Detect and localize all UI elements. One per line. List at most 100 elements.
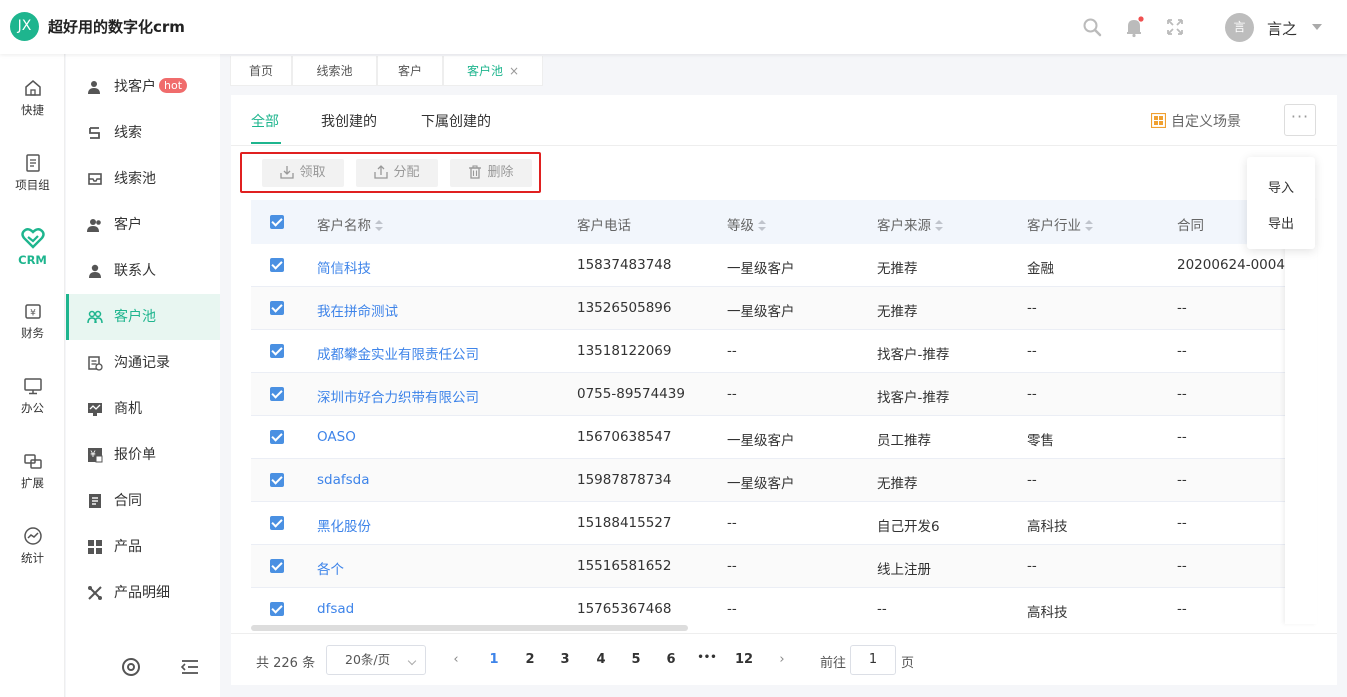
row-checkbox[interactable] (270, 559, 284, 573)
table-row[interactable]: sdafsda 15987878734 一星级客户 无推荐 -- -- (251, 459, 1317, 502)
submenu-item-contacts[interactable]: 联系人 (66, 248, 220, 294)
page-size-select[interactable]: 20条/页 (326, 645, 426, 675)
username[interactable]: 言之 (1267, 18, 1297, 39)
page-ellipsis[interactable]: ••• (697, 652, 717, 663)
custom-scene-button[interactable]: 自定义场景 (1151, 111, 1241, 131)
customer-name-link[interactable]: 黑化股份 (317, 515, 371, 535)
page-6[interactable]: 6 (661, 652, 681, 667)
menu-item-import[interactable]: 导入 (1247, 177, 1315, 196)
table-row[interactable]: 我在拼命测试 13526505896 一星级客户 无推荐 -- -- (251, 287, 1317, 330)
rail-item-finance[interactable]: ¥ 财务 (0, 301, 65, 361)
rail-item-project[interactable]: 项目组 (0, 153, 65, 213)
settings-icon[interactable] (120, 656, 142, 678)
customer-name-link[interactable]: 深圳市好合力织带有限公司 (317, 386, 479, 406)
page-4[interactable]: 4 (591, 652, 611, 667)
delete-button[interactable]: 删除 (450, 159, 532, 187)
cell-industry: -- (1027, 343, 1037, 359)
page-1[interactable]: 1 (484, 652, 504, 667)
submenu-item-communication[interactable]: 沟通记录 (66, 340, 220, 386)
submenu-item-customer[interactable]: 客户 (66, 202, 220, 248)
table-row[interactable]: 成都攀金实业有限责任公司 13518122069 -- 找客户-推荐 -- -- (251, 330, 1317, 373)
column-header-level[interactable]: 等级 (727, 214, 766, 234)
search-icon[interactable] (1081, 16, 1103, 38)
submenu-item-customer-pool[interactable]: 客户池 (66, 294, 220, 340)
page-12[interactable]: 12 (732, 652, 756, 667)
total-count: 共 226 条 (256, 656, 316, 671)
tab-home[interactable]: 首页 (230, 56, 292, 86)
goto-page-input[interactable]: 1 (850, 645, 896, 675)
fullscreen-icon[interactable] (1164, 16, 1186, 38)
tab-lead-pool[interactable]: 线索池 (292, 56, 377, 86)
submenu-item-leads[interactable]: 线索 (66, 110, 220, 156)
more-menu: 导入 导出 (1247, 157, 1315, 249)
more-button[interactable]: ··· (1284, 104, 1316, 136)
app-logo[interactable]: JX (10, 12, 39, 41)
view-tab-created-by-me[interactable]: 我创建的 (321, 111, 377, 131)
rail-item-crm[interactable]: CRM (0, 227, 65, 287)
sort-icon[interactable] (935, 220, 943, 232)
rail-item-extension[interactable]: 扩展 (0, 451, 65, 511)
row-checkbox[interactable] (270, 258, 284, 272)
divider (231, 633, 1337, 634)
row-checkbox[interactable] (270, 344, 284, 358)
view-tab-created-by-subordinates[interactable]: 下属创建的 (421, 111, 491, 131)
table-row[interactable]: 简信科技 15837483748 一星级客户 无推荐 金融 20200624-0… (251, 244, 1317, 287)
avatar[interactable]: 言 (1225, 13, 1254, 42)
rail-item-quick[interactable]: 快捷 (0, 78, 65, 138)
customer-name-link[interactable]: 成都攀金实业有限责任公司 (317, 343, 479, 363)
assign-button[interactable]: 分配 (356, 159, 438, 187)
prev-page-button[interactable]: ‹ (446, 652, 466, 667)
claim-button[interactable]: 领取 (262, 159, 344, 187)
submenu-item-contract[interactable]: 合同 (66, 478, 220, 524)
sort-icon[interactable] (758, 220, 766, 232)
column-header-name[interactable]: 客户名称 (317, 214, 383, 234)
customer-name-link[interactable]: 各个 (317, 558, 344, 578)
submenu-item-product[interactable]: 产品 (66, 524, 220, 570)
customer-name-link[interactable]: sdafsda (317, 472, 370, 488)
chevron-down-icon[interactable] (1312, 24, 1322, 30)
next-page-button[interactable]: › (772, 652, 792, 667)
customer-name-link[interactable]: dfsad (317, 601, 354, 617)
customer-pool-icon (87, 310, 103, 324)
close-icon[interactable]: × (509, 64, 519, 78)
submenu-item-opportunity[interactable]: 商机 (66, 386, 220, 432)
bell-icon[interactable] (1123, 16, 1145, 38)
submenu-item-quotation[interactable]: ¥ 报价单 (66, 432, 220, 478)
tab-customer[interactable]: 客户 (377, 56, 443, 86)
customer-name-link[interactable]: 我在拼命测试 (317, 300, 398, 320)
submenu-item-product-detail[interactable]: 产品明细 (66, 570, 220, 616)
row-checkbox[interactable] (270, 516, 284, 530)
table-row[interactable]: 各个 15516581652 -- 线上注册 -- -- (251, 545, 1317, 588)
column-header-industry[interactable]: 客户行业 (1027, 214, 1093, 234)
select-all-checkbox[interactable] (270, 215, 284, 229)
view-tab-all[interactable]: 全部 (251, 111, 279, 131)
row-checkbox[interactable] (270, 387, 284, 401)
rail-item-office[interactable]: 办公 (0, 376, 65, 436)
column-header-source[interactable]: 客户来源 (877, 214, 943, 234)
row-checkbox[interactable] (270, 473, 284, 487)
row-checkbox[interactable] (270, 301, 284, 315)
horizontal-scrollbar[interactable] (251, 625, 688, 631)
table-row[interactable]: 深圳市好合力织带有限公司 0755-89574439 -- 找客户-推荐 -- … (251, 373, 1317, 416)
menu-item-export[interactable]: 导出 (1247, 213, 1315, 232)
cell-industry: -- (1027, 300, 1037, 316)
customer-name-link[interactable]: OASO (317, 429, 356, 445)
rail-item-statistics[interactable]: 统计 (0, 526, 65, 586)
table-row[interactable]: 黑化股份 15188415527 -- 自己开发6 高科技 -- (251, 502, 1317, 545)
page-2[interactable]: 2 (520, 652, 540, 667)
main-nav-rail: 快捷 项目组 CRM ¥ 财务 办公 扩展 统计 (0, 54, 65, 697)
row-checkbox[interactable] (270, 430, 284, 444)
submenu-item-find-customer[interactable]: 找客户 hot (66, 64, 220, 110)
table-row[interactable]: dfsad 15765367468 -- -- 高科技 -- (251, 588, 1317, 630)
customer-name-link[interactable]: 简信科技 (317, 257, 371, 277)
collapse-menu-icon[interactable] (180, 657, 200, 677)
sort-icon[interactable] (1085, 220, 1093, 232)
submenu-item-lead-pool[interactable]: 线索池 (66, 156, 220, 202)
sort-icon[interactable] (375, 220, 383, 232)
table-row[interactable]: OASO 15670638547 一星级客户 员工推荐 零售 -- (251, 416, 1317, 459)
row-checkbox[interactable] (270, 602, 284, 616)
page-5[interactable]: 5 (626, 652, 646, 667)
cell-industry: -- (1027, 472, 1037, 488)
tab-customer-pool[interactable]: 客户池 × (443, 56, 543, 86)
page-3[interactable]: 3 (555, 652, 575, 667)
